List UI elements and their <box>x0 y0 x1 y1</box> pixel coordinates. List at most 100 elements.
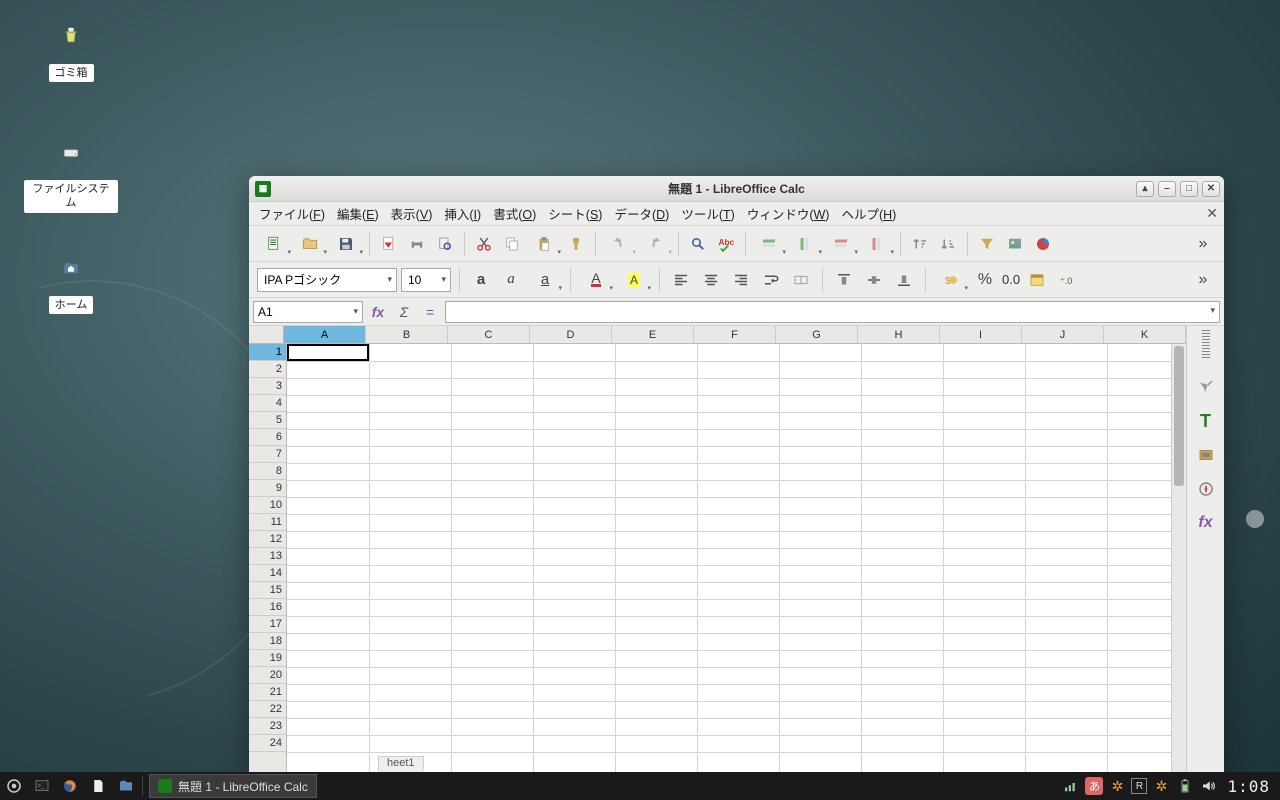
row-header[interactable]: 15 <box>249 582 286 599</box>
menu-data[interactable]: データ(D) <box>614 204 669 223</box>
select-all-corner[interactable] <box>249 326 284 343</box>
align-left-button[interactable] <box>668 267 694 293</box>
clone-formatting-button[interactable] <box>563 231 589 257</box>
taskbar-task-calc[interactable]: 無題 1 - LibreOffice Calc <box>149 774 317 798</box>
cut-button[interactable] <box>471 231 497 257</box>
row-header[interactable]: 10 <box>249 497 286 514</box>
paste-button[interactable] <box>527 231 561 257</box>
desktop-home[interactable]: ホーム <box>24 244 118 314</box>
row-header[interactable]: 21 <box>249 684 286 701</box>
toolbar-overflow-button[interactable]: » <box>1190 231 1216 257</box>
column-header[interactable]: J <box>1022 326 1104 343</box>
maximize-button[interactable]: □ <box>1180 181 1198 197</box>
column-header[interactable]: C <box>448 326 530 343</box>
row-header[interactable]: 17 <box>249 616 286 633</box>
row-header[interactable]: 24 <box>249 735 286 752</box>
ime-mode-icon[interactable]: R <box>1131 778 1147 794</box>
row-header[interactable]: 12 <box>249 531 286 548</box>
autofilter-button[interactable] <box>974 231 1000 257</box>
menu-sheet[interactable]: シート(S) <box>548 204 602 223</box>
formula-input[interactable] <box>445 301 1220 323</box>
image-button[interactable] <box>1002 231 1028 257</box>
volume-icon[interactable] <box>1199 776 1219 796</box>
battery-icon[interactable] <box>1175 776 1195 796</box>
row-header[interactable]: 16 <box>249 599 286 616</box>
styles-icon[interactable]: T <box>1195 410 1217 432</box>
menu-format[interactable]: 書式(O) <box>493 204 536 223</box>
gallery-icon[interactable] <box>1195 444 1217 466</box>
ime-icon[interactable]: あ <box>1085 777 1103 795</box>
toolbar2-overflow-button[interactable]: » <box>1190 267 1216 293</box>
align-right-button[interactable] <box>728 267 754 293</box>
column-header[interactable]: F <box>694 326 776 343</box>
row-header[interactable]: 23 <box>249 718 286 735</box>
insert-column-button[interactable] <box>788 231 822 257</box>
export-pdf-button[interactable] <box>376 231 402 257</box>
row-header[interactable]: 8 <box>249 463 286 480</box>
file-manager-launcher[interactable] <box>112 772 140 800</box>
align-bottom-button[interactable] <box>891 267 917 293</box>
close-document-button[interactable]: ✕ <box>1206 205 1218 222</box>
terminal-launcher[interactable]: >_ <box>28 772 56 800</box>
row-header[interactable]: 19 <box>249 650 286 667</box>
vertical-scrollbar[interactable] <box>1171 344 1186 778</box>
new-button[interactable] <box>257 231 291 257</box>
menu-tools[interactable]: ツール(T) <box>681 204 734 223</box>
close-button[interactable]: ✕ <box>1202 181 1220 197</box>
row-header[interactable]: 9 <box>249 480 286 497</box>
column-header[interactable]: D <box>530 326 612 343</box>
currency-button[interactable]: $ <box>934 267 968 293</box>
row-header[interactable]: 7 <box>249 446 286 463</box>
insert-row-button[interactable] <box>752 231 786 257</box>
row-header[interactable]: 13 <box>249 548 286 565</box>
menu-help[interactable]: ヘルプ(H) <box>841 204 896 223</box>
functions-icon[interactable]: fx <box>1195 512 1217 534</box>
percent-button[interactable]: % <box>972 267 998 293</box>
spellcheck-button[interactable]: Abc <box>713 231 739 257</box>
font-color-button[interactable]: A <box>579 267 613 293</box>
column-header[interactable]: K <box>1104 326 1186 343</box>
delete-row-button[interactable] <box>824 231 858 257</box>
bold-button[interactable]: a <box>468 267 494 293</box>
menu-file[interactable]: ファイル(F) <box>259 204 325 223</box>
row-header[interactable]: 22 <box>249 701 286 718</box>
open-button[interactable] <box>293 231 327 257</box>
rollup-button[interactable]: ▴ <box>1136 181 1154 197</box>
align-middle-button[interactable] <box>861 267 887 293</box>
delete-column-button[interactable] <box>860 231 894 257</box>
print-preview-button[interactable] <box>432 231 458 257</box>
redo-button[interactable] <box>638 231 672 257</box>
column-header[interactable]: A <box>284 326 366 343</box>
row-header[interactable]: 1 <box>249 344 286 361</box>
menu-edit[interactable]: 編集(E) <box>337 204 379 223</box>
settings-tray-icon[interactable]: ✲ <box>1107 776 1127 796</box>
row-header[interactable]: 5 <box>249 412 286 429</box>
row-header[interactable]: 14 <box>249 565 286 582</box>
name-box[interactable]: A1 <box>253 301 363 323</box>
properties-icon[interactable] <box>1195 376 1217 398</box>
firefox-launcher[interactable] <box>56 772 84 800</box>
navigator-icon[interactable] <box>1195 478 1217 500</box>
italic-button[interactable]: a <box>498 267 524 293</box>
settings-tray-icon-2[interactable]: ✲ <box>1151 776 1171 796</box>
row-header[interactable]: 2 <box>249 361 286 378</box>
menu-view[interactable]: 表示(V) <box>391 204 433 223</box>
add-decimal-button[interactable]: +.0 <box>1054 267 1080 293</box>
chart-button[interactable] <box>1030 231 1056 257</box>
highlight-color-button[interactable]: A <box>617 267 651 293</box>
sort-desc-button[interactable] <box>935 231 961 257</box>
cell-grid[interactable] <box>287 344 1171 778</box>
align-top-button[interactable] <box>831 267 857 293</box>
column-header[interactable]: H <box>858 326 940 343</box>
column-header[interactable]: B <box>366 326 448 343</box>
minimize-button[interactable]: – <box>1158 181 1176 197</box>
row-header[interactable]: 3 <box>249 378 286 395</box>
print-button[interactable] <box>404 231 430 257</box>
clock[interactable]: 1:08 <box>1223 777 1274 796</box>
function-wizard-button[interactable]: fx <box>367 301 389 323</box>
column-header[interactable]: E <box>612 326 694 343</box>
column-header[interactable]: G <box>776 326 858 343</box>
row-header[interactable]: 20 <box>249 667 286 684</box>
column-header[interactable]: I <box>940 326 1022 343</box>
row-header[interactable]: 11 <box>249 514 286 531</box>
